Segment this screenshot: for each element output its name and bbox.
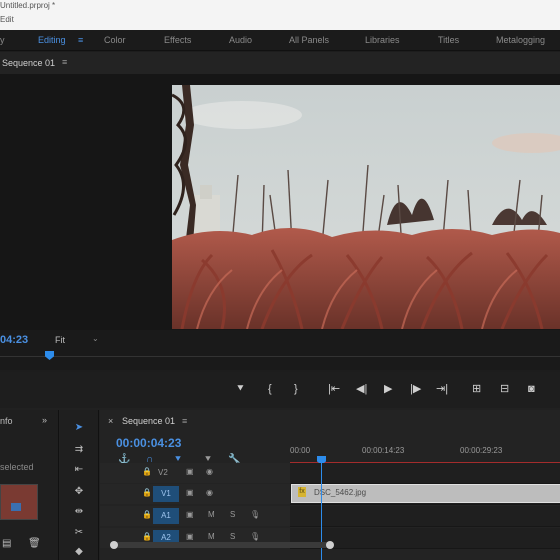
- playhead-timecode[interactable]: 04:23: [0, 334, 28, 346]
- mic-icon[interactable]: 🎙: [250, 532, 260, 541]
- video-frame: [172, 85, 560, 329]
- workspace-tab-color[interactable]: Color: [104, 35, 126, 45]
- eye-icon[interactable]: ◉: [206, 488, 213, 497]
- zoom-fit-select[interactable]: Fit: [55, 335, 65, 345]
- go-to-out-icon[interactable]: ⇥|: [436, 383, 448, 395]
- lock-icon[interactable]: 🔒: [142, 467, 152, 476]
- workspace-tab-effects[interactable]: Effects: [164, 35, 191, 45]
- workspace-tab-metalogging[interactable]: Metalogging: [496, 35, 545, 45]
- project-panel: nfo » selected ▤ 🗑: [0, 410, 59, 560]
- track-label-v2[interactable]: V2: [158, 468, 168, 477]
- track-target-v1[interactable]: V1: [153, 486, 179, 502]
- timeline-menu-icon[interactable]: ≡: [182, 416, 187, 426]
- workspace-tab-libraries[interactable]: Libraries: [365, 35, 400, 45]
- razor-tool-icon[interactable]: ✂: [72, 527, 86, 539]
- workspace-tab-all-panels[interactable]: All Panels: [289, 35, 329, 45]
- ruler-tick-label: 00:00: [290, 446, 311, 455]
- ruler-tick-label: 00:00:29:23: [460, 446, 503, 455]
- track-header-v1: [100, 484, 290, 504]
- play-icon[interactable]: ▶: [384, 383, 392, 395]
- toggle-sync-icon[interactable]: ▣: [186, 510, 194, 519]
- track-header-a1: [100, 506, 290, 526]
- thumbnail-badge-icon: [11, 503, 21, 511]
- mark-in-icon[interactable]: {: [268, 383, 272, 395]
- program-monitor-tab[interactable]: Sequence 01: [2, 58, 55, 68]
- workspace-tab-y[interactable]: y: [0, 35, 5, 45]
- export-frame-icon[interactable]: ◙: [528, 383, 535, 395]
- track-lane-v2[interactable]: [290, 463, 560, 484]
- ruler-tick-label: 00:00:14:23: [362, 446, 405, 455]
- playhead-marker[interactable]: [45, 351, 54, 360]
- scroll-handle-left[interactable]: [110, 541, 118, 549]
- solo-button[interactable]: S: [230, 532, 235, 541]
- toggle-sync-icon[interactable]: ▣: [186, 467, 194, 476]
- trash-icon[interactable]: 🗑: [28, 538, 41, 549]
- toggle-sync-icon[interactable]: ▣: [186, 488, 194, 497]
- timeline-scrollbar[interactable]: [110, 541, 334, 549]
- ripple-edit-tool-icon[interactable]: ⇤: [72, 464, 86, 476]
- mute-button[interactable]: M: [208, 510, 215, 519]
- project-title: Untitled.prproj *: [0, 1, 56, 10]
- project-panel-tab[interactable]: nfo: [0, 416, 13, 426]
- panel-menu-icon[interactable]: ≡: [62, 57, 67, 67]
- selection-tool-icon[interactable]: ➤: [72, 422, 86, 434]
- chevron-down-icon[interactable]: ⌄: [92, 334, 99, 343]
- program-monitor-header: Sequence 01 ≡: [0, 52, 560, 75]
- toggle-sync-icon[interactable]: ▣: [186, 532, 194, 541]
- video-frame-image: [172, 85, 560, 329]
- eye-icon[interactable]: ◉: [206, 467, 213, 476]
- mic-icon[interactable]: 🎙: [250, 510, 260, 519]
- scroll-handle-right[interactable]: [326, 541, 334, 549]
- list-view-icon[interactable]: ▤: [2, 538, 11, 549]
- menu-edit[interactable]: Edit: [0, 15, 14, 24]
- monitor-scrub-bar[interactable]: [0, 356, 560, 357]
- mute-button[interactable]: M: [208, 532, 215, 541]
- sequence-close-icon[interactable]: ×: [108, 416, 113, 426]
- lock-icon[interactable]: 🔒: [142, 532, 152, 541]
- rolling-edit-tool-icon[interactable]: ✥: [72, 486, 86, 498]
- app-title-bar: Untitled.prproj * Edit: [0, 0, 560, 30]
- go-to-in-icon[interactable]: |⇤: [328, 383, 340, 395]
- workspace-menu-icon[interactable]: ≡: [78, 35, 83, 45]
- program-monitor-footer: 04:23 Fit ⌄: [0, 330, 560, 370]
- lock-icon[interactable]: 🔒: [142, 488, 152, 497]
- workspace-tab-titles[interactable]: Titles: [438, 35, 459, 45]
- timeline-timecode[interactable]: 00:00:04:23: [116, 436, 181, 450]
- step-back-icon[interactable]: ◀|: [356, 383, 367, 395]
- workspace-tab-audio[interactable]: Audio: [229, 35, 252, 45]
- overwrite-icon[interactable]: ⊟: [500, 383, 509, 395]
- track-select-tool-icon[interactable]: ⇉: [72, 444, 86, 456]
- lock-icon[interactable]: 🔒: [142, 510, 152, 519]
- mark-out-icon[interactable]: }: [294, 383, 298, 395]
- playhead-line[interactable]: [321, 463, 322, 551]
- clip-thumbnail[interactable]: [0, 484, 38, 520]
- fx-badge-icon: fx: [298, 487, 306, 497]
- selection-status: selected: [0, 462, 34, 472]
- insert-icon[interactable]: ⊞: [472, 383, 481, 395]
- slip-tool-icon[interactable]: ◆: [72, 546, 86, 558]
- workspace-tab-editing[interactable]: Editing: [38, 35, 66, 45]
- expand-panels-icon[interactable]: »: [42, 415, 47, 425]
- timeline-tab[interactable]: Sequence 01: [122, 416, 175, 426]
- workspaces-bar: y Editing ≡ Color Effects Audio All Pane…: [0, 30, 560, 51]
- track-lane-a1[interactable]: [290, 506, 560, 527]
- rate-stretch-tool-icon[interactable]: ⇹: [72, 506, 86, 518]
- add-marker-icon[interactable]: ⯆: [236, 383, 245, 395]
- track-target-a1[interactable]: A1: [153, 508, 179, 524]
- timeline-clip[interactable]: fx DSC_5462.jpg: [291, 484, 560, 503]
- track-header-v2: [100, 463, 290, 483]
- step-forward-icon[interactable]: |▶: [410, 383, 421, 395]
- solo-button[interactable]: S: [230, 510, 235, 519]
